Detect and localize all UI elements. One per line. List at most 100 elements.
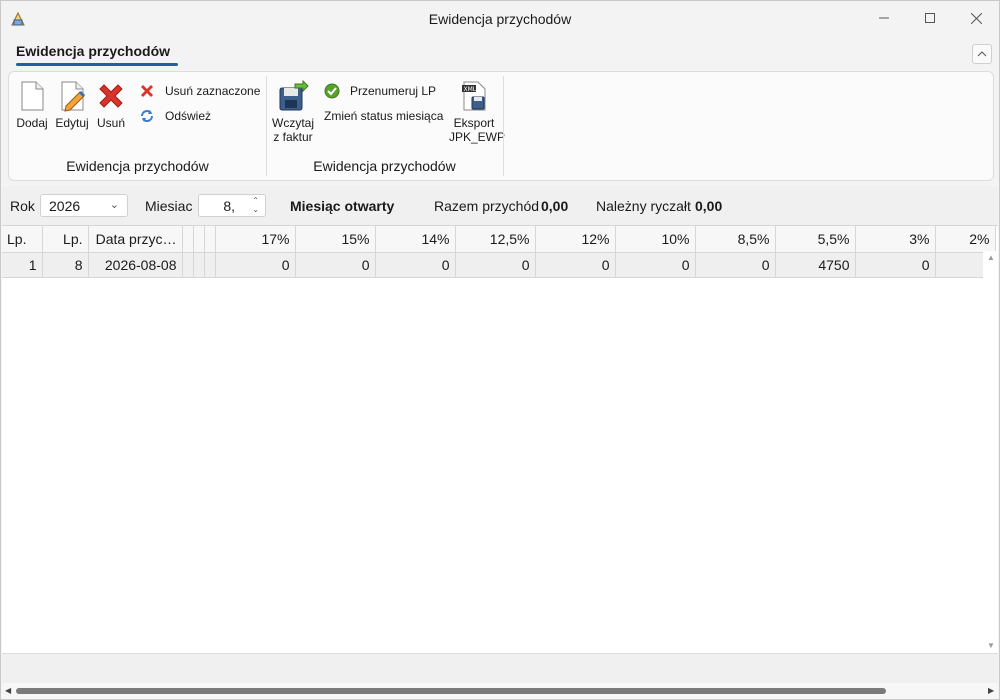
refresh-button[interactable]: Odśwież bbox=[139, 107, 211, 125]
column-header[interactable]: Lp. bbox=[2, 226, 43, 253]
chevron-up-icon bbox=[977, 51, 987, 57]
title-bar: Ewidencja przychodów bbox=[1, 1, 999, 37]
load-label-line1: Wczytaj bbox=[272, 116, 314, 130]
refresh-label: Odśwież bbox=[165, 109, 212, 123]
table-row[interactable]: 1 8 2026-08-08 0 0 0 0 0 0 0 4750 0 bbox=[2, 252, 996, 278]
load-from-invoices-button[interactable]: Wczytaj z faktur bbox=[271, 80, 315, 144]
year-select[interactable]: 2026 ⌄ bbox=[40, 194, 128, 217]
chevron-down-icon: ⌄ bbox=[109, 199, 119, 211]
ribbon-tab-ewidencja[interactable]: Ewidencja przychodów bbox=[16, 43, 170, 59]
scroll-left-icon[interactable]: ◀ bbox=[5, 686, 11, 695]
delete-label: Usuń bbox=[96, 116, 125, 130]
load-label-line2: z faktur bbox=[273, 130, 313, 144]
revenue-table: Lp. Lp. Data przyc… 17% 15% 14% 12,5% 12… bbox=[2, 226, 996, 278]
table-cell[interactable]: 0 bbox=[295, 252, 376, 278]
close-button[interactable] bbox=[953, 1, 999, 35]
column-header[interactable] bbox=[193, 226, 205, 253]
maximize-button[interactable] bbox=[907, 1, 953, 35]
collapse-ribbon-button[interactable] bbox=[972, 44, 992, 64]
table-cell[interactable]: 0 bbox=[855, 252, 936, 278]
table-cell[interactable]: 0 bbox=[375, 252, 456, 278]
column-header[interactable]: 12% bbox=[535, 226, 616, 253]
export-label-line2: JPK_EWP bbox=[449, 130, 506, 144]
table-cell[interactable]: 0 bbox=[615, 252, 696, 278]
month-value: 8, bbox=[223, 198, 235, 214]
total-revenue-label: Razem przychód bbox=[434, 198, 540, 214]
change-month-status-button[interactable]: Zmień status miesiąca bbox=[324, 107, 443, 125]
column-header[interactable] bbox=[204, 226, 216, 253]
column-header[interactable]: 5,5% bbox=[775, 226, 856, 253]
scroll-down-icon[interactable]: ▼ bbox=[987, 641, 995, 650]
export-label-line1: Eksport bbox=[453, 116, 495, 130]
export-jpk-button[interactable]: XML Eksport JPK_EWP bbox=[449, 80, 505, 144]
column-header[interactable]: 10% bbox=[615, 226, 696, 253]
minimize-icon bbox=[879, 17, 889, 19]
table-cell[interactable]: 4750 bbox=[775, 252, 856, 278]
table-cell[interactable]: 1 bbox=[2, 252, 43, 278]
column-header[interactable]: Lp. bbox=[42, 226, 89, 253]
table-cell[interactable] bbox=[193, 252, 205, 278]
tax-due-label: Należny ryczałt bbox=[596, 198, 691, 214]
group-label-2: Ewidencja przychodów bbox=[313, 158, 456, 174]
delete-small-icon bbox=[141, 85, 153, 97]
table-header-row: Lp. Lp. Data przyc… 17% 15% 14% 12,5% 12… bbox=[2, 226, 996, 253]
window-title: Ewidencja przychodów bbox=[428, 11, 572, 27]
change-month-status-label: Zmień status miesiąca bbox=[324, 109, 444, 123]
new-document-icon bbox=[21, 81, 44, 111]
column-header[interactable]: 15% bbox=[295, 226, 376, 253]
column-header[interactable]: 14% bbox=[375, 226, 456, 253]
column-header[interactable]: 17% bbox=[215, 226, 296, 253]
column-header[interactable]: Data przyc… bbox=[88, 226, 183, 253]
edit-label: Edytuj bbox=[55, 116, 89, 130]
spin-up-icon[interactable]: ⌃ bbox=[252, 196, 259, 205]
delete-x-icon bbox=[99, 84, 123, 108]
close-icon bbox=[970, 12, 982, 24]
table-cell[interactable] bbox=[204, 252, 216, 278]
column-header[interactable]: 12,5% bbox=[455, 226, 536, 253]
add-label: Dodaj bbox=[16, 116, 48, 130]
column-header[interactable]: 2% bbox=[935, 226, 996, 253]
horizontal-scrollbar[interactable]: ◀ ▶ bbox=[2, 683, 998, 699]
month-spinner[interactable]: 8, ⌃ ⌄ bbox=[198, 194, 266, 217]
revenue-grid[interactable]: Lp. Lp. Data przyc… 17% 15% 14% 12,5% 12… bbox=[2, 225, 998, 653]
column-header[interactable] bbox=[182, 226, 194, 253]
edit-document-icon bbox=[61, 81, 86, 112]
table-cell[interactable]: 2026-08-08 bbox=[88, 252, 183, 278]
column-header[interactable]: 3% bbox=[855, 226, 936, 253]
month-label: Miesiac bbox=[145, 198, 193, 214]
year-label: Rok bbox=[10, 198, 35, 214]
refresh-icon bbox=[141, 110, 153, 122]
vertical-scrollbar[interactable]: ▲ ▼ bbox=[983, 251, 998, 653]
check-circle-icon bbox=[324, 83, 340, 99]
group-separator bbox=[503, 76, 504, 176]
scroll-right-icon[interactable]: ▶ bbox=[988, 686, 994, 695]
xml-export-icon: XML bbox=[462, 81, 486, 111]
svg-text:XML: XML bbox=[464, 86, 477, 93]
status-bar bbox=[2, 653, 998, 683]
table-cell[interactable]: 0 bbox=[695, 252, 776, 278]
table-cell[interactable]: 0 bbox=[455, 252, 536, 278]
delete-selected-label: Usuń zaznaczone bbox=[165, 84, 261, 98]
table-cell[interactable]: 0 bbox=[215, 252, 296, 278]
renumber-label: Przenumeruj LP bbox=[350, 84, 437, 98]
total-revenue-value: 0,00 bbox=[541, 198, 569, 214]
minimize-button[interactable] bbox=[861, 1, 907, 35]
delete-selected-button[interactable]: Usuń zaznaczone bbox=[139, 82, 260, 100]
delete-button[interactable]: Usuń bbox=[95, 80, 127, 130]
load-save-icon bbox=[279, 80, 309, 111]
spin-down-icon[interactable]: ⌄ bbox=[252, 205, 259, 214]
filter-bar: Rok 2026 ⌄ Miesiac 8, ⌃ ⌄ Miesiąc otwart… bbox=[2, 187, 998, 225]
table-cell[interactable]: 0 bbox=[535, 252, 616, 278]
tax-due-value: 0,00 bbox=[695, 198, 723, 214]
table-cell[interactable] bbox=[182, 252, 194, 278]
add-button[interactable]: Dodaj bbox=[15, 80, 49, 130]
app-window: Ewidencja przychodów Ewidencja przychodó… bbox=[0, 0, 1000, 700]
scroll-up-icon[interactable]: ▲ bbox=[987, 253, 995, 262]
edit-button[interactable]: Edytuj bbox=[54, 80, 90, 130]
scrollbar-thumb[interactable] bbox=[16, 688, 886, 694]
month-status: Miesiąc otwarty bbox=[290, 198, 395, 214]
renumber-button[interactable]: Przenumeruj LP bbox=[324, 82, 436, 100]
column-header[interactable]: 8,5% bbox=[695, 226, 776, 253]
table-cell[interactable]: 8 bbox=[42, 252, 89, 278]
group-label-1: Ewidencja przychodów bbox=[66, 158, 209, 174]
